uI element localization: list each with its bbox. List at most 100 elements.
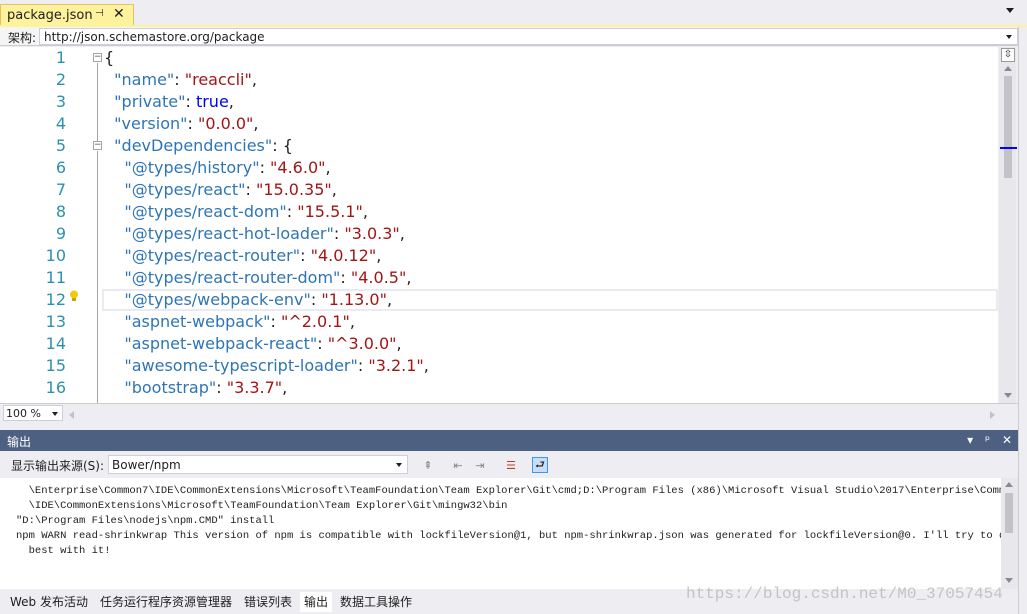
- code-line[interactable]: "@types/react-hot-loader": "3.0.3",: [104, 223, 405, 245]
- code-token: ,: [362, 202, 368, 221]
- code-token: :: [187, 114, 198, 133]
- scroll-right-icon[interactable]: [990, 411, 995, 419]
- tab-list-dropdown-icon[interactable]: [1006, 8, 1014, 13]
- code-token: ,: [282, 378, 288, 397]
- code-line[interactable]: "aspnet-webpack": "^2.0.1",: [104, 311, 355, 333]
- output-toolbar: 显示输出来源(S): Bower/npm ⇞ ⇤ ⇥ ☰ ⮐: [0, 451, 1018, 478]
- line-number: 9: [55, 224, 66, 243]
- code-line[interactable]: "devDependencies": {: [104, 135, 293, 157]
- pin-icon[interactable]: ⊣: [95, 8, 104, 19]
- watermark: https://blog.csdn.net/M0_37057454: [686, 585, 1003, 603]
- code-line[interactable]: "aspnet-webpack-react": "^3.0.0",: [104, 333, 401, 355]
- line-number: 15: [45, 356, 66, 375]
- tab-output[interactable]: 输出: [300, 592, 333, 612]
- panel-close-icon[interactable]: ✕: [1002, 433, 1012, 447]
- code-line[interactable]: "@types/react": "15.0.35",: [104, 179, 337, 201]
- chevron-down-icon: [52, 412, 58, 416]
- tab-task-runner[interactable]: 任务运行程序资源管理器: [96, 592, 236, 612]
- caret-position-marker: [1000, 147, 1017, 149]
- code-token: ,: [399, 224, 405, 243]
- scroll-up-icon[interactable]: [1005, 482, 1013, 487]
- code-token: "@types/react-router-dom": [124, 268, 341, 287]
- code-editor[interactable]: − − 1 {2 "name": "reaccli", 3 "private": t…: [0, 47, 998, 403]
- tab-web-publish[interactable]: Web 发布活动: [6, 592, 92, 612]
- fold-toggle-icon[interactable]: −: [93, 53, 102, 62]
- code-token: ,: [253, 114, 259, 133]
- tab-data-tools[interactable]: 数据工具操作: [336, 592, 416, 612]
- code-token: "1.13.0": [321, 290, 387, 309]
- find-message-icon[interactable]: ⇞: [420, 457, 436, 473]
- scroll-down-icon[interactable]: [1004, 393, 1012, 398]
- document-tab-package-json[interactable]: package.json ⊣ ✕: [0, 4, 134, 26]
- code-token: ,: [386, 290, 393, 309]
- line-number: 14: [45, 334, 66, 353]
- code-token: ,: [325, 158, 331, 177]
- code-token: :: [286, 202, 298, 221]
- code-token: :: [185, 92, 196, 111]
- line-number: 13: [45, 312, 66, 331]
- zoom-select[interactable]: 100 %: [3, 405, 63, 421]
- code-token: :: [333, 224, 345, 243]
- panel-pin-icon[interactable]: ᵖ: [985, 433, 990, 447]
- previous-message-icon[interactable]: ⇤: [450, 457, 466, 473]
- scrollbar-thumb[interactable]: [1004, 76, 1012, 178]
- code-line[interactable]: "@types/react-router": "4.0.12",: [104, 245, 381, 267]
- fold-toggle-icon[interactable]: −: [93, 141, 102, 150]
- scroll-up-icon[interactable]: [1004, 66, 1012, 71]
- code-token: true: [195, 92, 229, 111]
- panel-window-buttons: ▾ ᵖ ✕: [959, 433, 1012, 447]
- code-token: :: [259, 158, 271, 177]
- code-line[interactable]: "@types/react-dom": "15.5.1",: [104, 201, 368, 223]
- next-message-icon[interactable]: ⇥: [472, 457, 488, 473]
- code-token: "aspnet-webpack-react": [124, 334, 318, 353]
- code-token: {: [104, 48, 115, 67]
- code-line[interactable]: "version": "0.0.0",: [104, 113, 259, 135]
- code-token: ,: [406, 268, 412, 287]
- code-line[interactable]: {: [104, 47, 114, 69]
- schema-select[interactable]: http://json.schemastore.org/package: [39, 28, 1018, 45]
- code-line[interactable]: "awesome-typescript-loader": "3.2.1",: [104, 355, 429, 377]
- code-line[interactable]: "@types/react-router-dom": "4.0.5",: [104, 267, 411, 289]
- output-text[interactable]: \Enterprise\Common7\IDE\CommonExtensions…: [0, 478, 1001, 589]
- code-token: "15.5.1": [297, 202, 363, 221]
- output-source-select[interactable]: Bower/npm: [108, 455, 408, 474]
- code-token: "4.0.5": [350, 268, 407, 287]
- code-line[interactable]: "@types/history": "4.6.0",: [104, 157, 331, 179]
- code-line[interactable]: "bootstrap": "3.3.7",: [104, 377, 287, 399]
- output-vertical-scrollbar[interactable]: [1001, 478, 1018, 589]
- code-token: :: [310, 290, 322, 309]
- code-token: "aspnet-webpack": [124, 312, 271, 331]
- schema-label: 架构:: [8, 31, 37, 45]
- clear-all-icon[interactable]: ☰: [503, 457, 519, 473]
- zoom-level: 100 %: [6, 407, 41, 420]
- code-token: :: [340, 268, 351, 287]
- chevron-down-icon: [1006, 35, 1012, 39]
- schema-bar: 架构: http://json.schemastore.org/package: [0, 27, 1018, 46]
- code-token: :: [300, 246, 311, 265]
- code-line[interactable]: "private": true,: [104, 91, 234, 113]
- code-token: "awesome-typescript-loader": [124, 356, 358, 375]
- document-tab-strip: package.json ⊣ ✕: [0, 0, 1027, 26]
- code-token: :: [270, 312, 281, 331]
- code-line[interactable]: "name": "reaccli",: [104, 69, 257, 91]
- close-icon[interactable]: ✕: [113, 6, 125, 22]
- word-wrap-icon[interactable]: ⮐: [532, 457, 548, 473]
- scroll-left-icon[interactable]: [69, 411, 74, 419]
- split-window-icon[interactable]: ⇳: [1001, 48, 1015, 62]
- lightbulb-icon[interactable]: [69, 290, 79, 302]
- output-panel-title: 输出: [7, 435, 32, 449]
- code-token: :: [317, 334, 328, 353]
- fold-guide: [97, 151, 98, 403]
- code-line[interactable]: "@types/webpack-env": "1.13.0",: [104, 289, 392, 311]
- document-tab-title: package.json: [7, 8, 93, 23]
- code-token: "4.0.12": [310, 246, 377, 265]
- panel-menu-icon[interactable]: ▾: [967, 433, 973, 447]
- code-token: "name": [114, 70, 175, 89]
- scroll-down-icon[interactable]: [1005, 578, 1013, 583]
- code-token: "bootstrap": [124, 378, 217, 397]
- tab-error-list[interactable]: 错误列表: [240, 592, 296, 612]
- scrollbar-thumb[interactable]: [1005, 493, 1013, 533]
